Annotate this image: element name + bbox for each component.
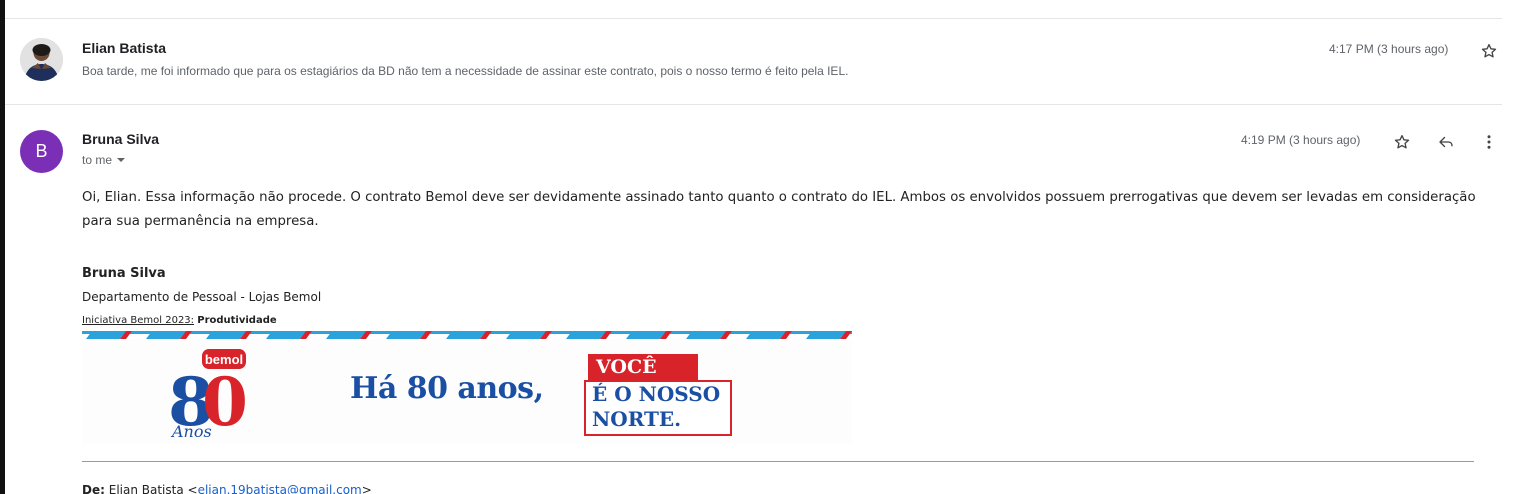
more-vert-icon bbox=[1487, 135, 1491, 149]
banner-highlight-line1: É O NOSSO bbox=[592, 382, 721, 406]
bemol-80-anos-logo: bemol 8 0 Anos bbox=[168, 349, 248, 441]
thread-divider-top bbox=[5, 18, 1502, 19]
quoted-from-close: > bbox=[361, 483, 372, 494]
signature-name: Bruna Silva bbox=[82, 266, 166, 281]
signature-initiative: Iniciativa Bemol 2023: Produtividade bbox=[82, 315, 277, 326]
sender-name: Bruna Silva bbox=[82, 131, 160, 147]
quoted-from-name: Elian Batista < bbox=[108, 483, 198, 494]
message-time: 4:17 PM (3 hours ago) bbox=[1329, 42, 1449, 56]
reply-button[interactable] bbox=[1435, 131, 1457, 153]
star-icon bbox=[1394, 134, 1410, 149]
chevron-down-icon bbox=[117, 158, 126, 162]
banner-highlight-box: É O NOSSO NORTE. bbox=[584, 380, 732, 436]
message-body: Oi, Elian. Essa informação não procede. … bbox=[82, 190, 1476, 229]
star-button[interactable] bbox=[1391, 131, 1413, 153]
message-time: 4:19 PM (3 hours ago) bbox=[1241, 133, 1361, 147]
signature-department: Departamento de Pessoal - Lojas Bemol bbox=[82, 290, 322, 304]
svg-text:Anos: Anos bbox=[170, 422, 212, 441]
signature-banner: bemol 8 0 Anos Há 80 anos, VOCÊ É O NOSS… bbox=[82, 331, 852, 444]
star-button[interactable] bbox=[1478, 40, 1500, 62]
thread-divider bbox=[5, 104, 1502, 105]
initiative-label: Iniciativa Bemol 2023: bbox=[82, 315, 195, 326]
quoted-from-line: De: Elian Batista <elian.19batista@gmail… bbox=[82, 483, 372, 494]
sender-name: Elian Batista bbox=[82, 40, 167, 56]
reply-icon bbox=[1439, 136, 1453, 148]
banner-highlight-line2: NORTE. bbox=[592, 407, 682, 431]
recipient-label: to me bbox=[82, 153, 113, 167]
sender-avatar-letter: B bbox=[20, 130, 63, 173]
quoted-from-label: De: bbox=[82, 483, 105, 494]
banner-headline: Há 80 anos, bbox=[350, 371, 544, 406]
banner-highlight-top: VOCÊ bbox=[588, 354, 698, 380]
star-icon bbox=[1481, 43, 1497, 58]
sender-avatar-photo bbox=[20, 38, 63, 81]
quote-separator bbox=[82, 461, 1474, 462]
initiative-value: Produtividade bbox=[197, 315, 277, 326]
banner-stripe bbox=[82, 331, 852, 339]
message-snippet: Boa tarde, me foi informado que para os … bbox=[82, 64, 849, 78]
window-left-edge bbox=[0, 0, 5, 494]
recipient-details-toggle[interactable]: to me bbox=[82, 153, 126, 167]
quoted-from-email-link[interactable]: elian.19batista@gmail.com bbox=[198, 483, 362, 494]
more-options-button[interactable] bbox=[1478, 131, 1500, 153]
